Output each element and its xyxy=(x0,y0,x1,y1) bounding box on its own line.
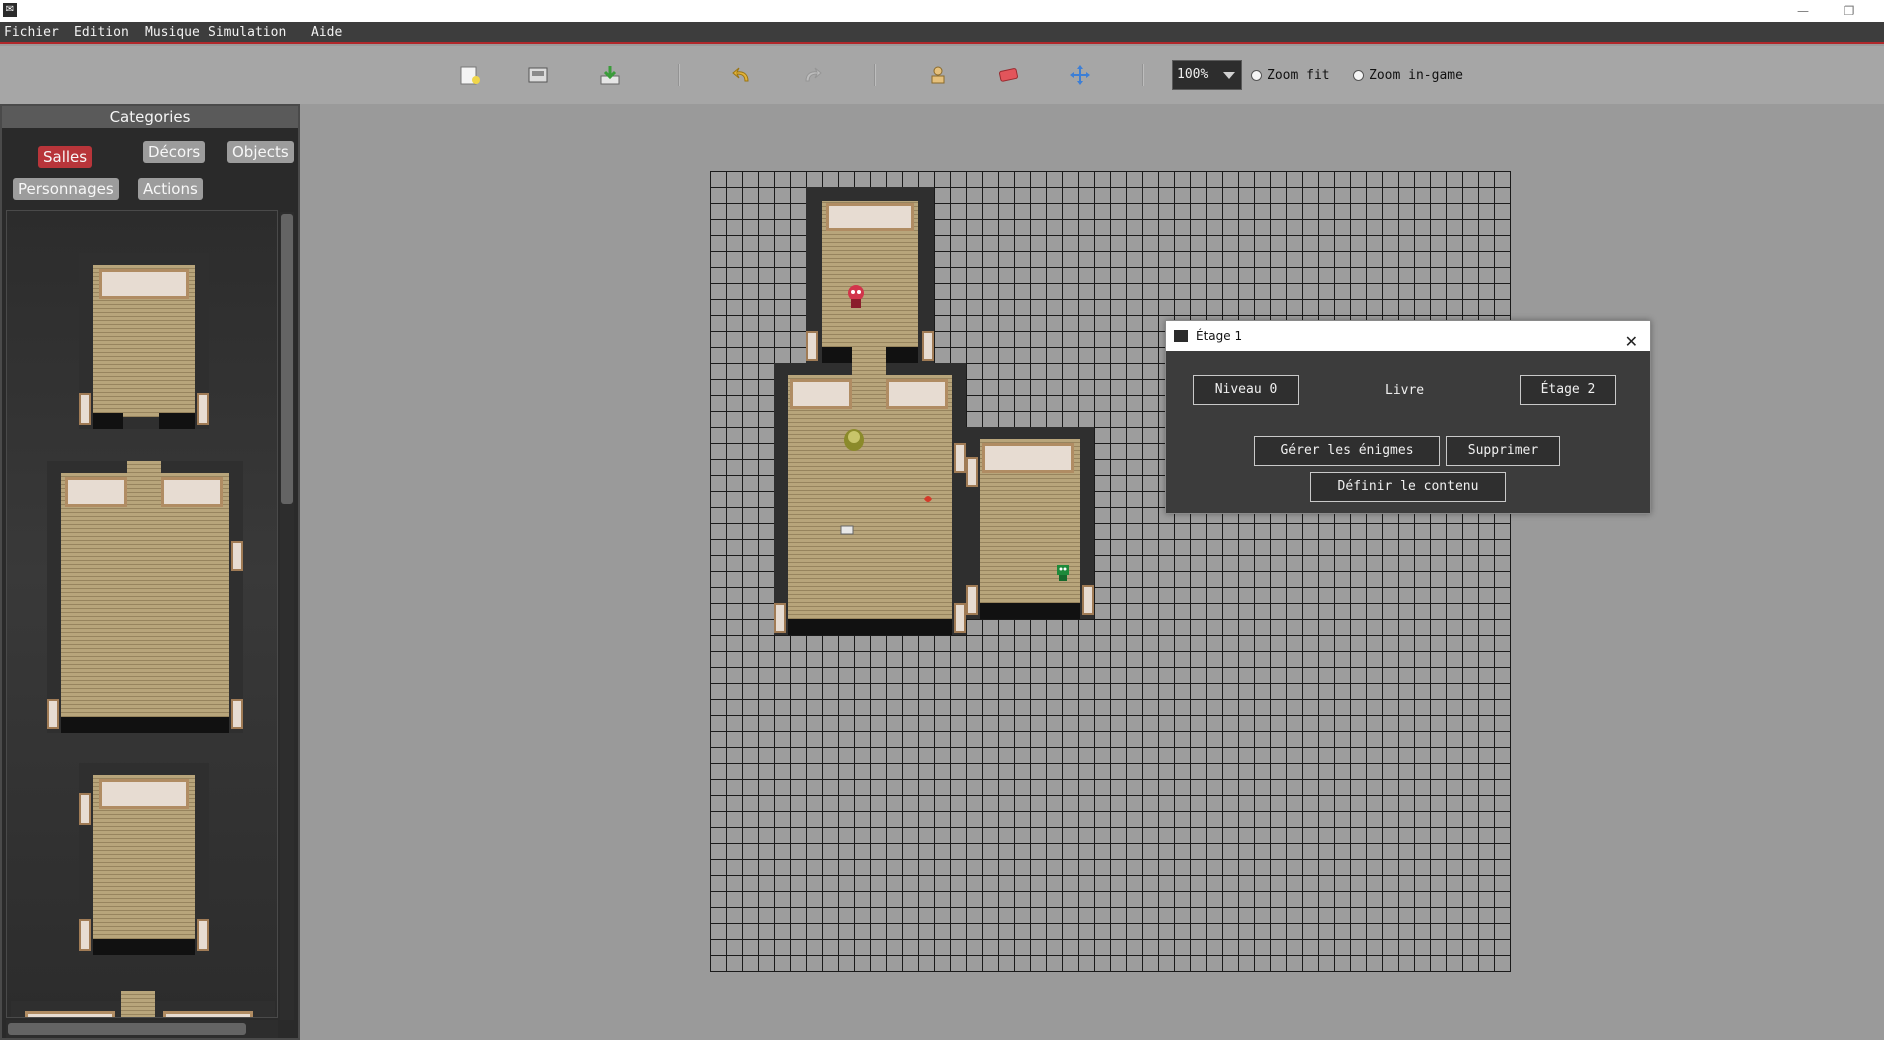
menu-musique[interactable]: Musique xyxy=(145,25,200,40)
category-objects[interactable]: Objects xyxy=(227,141,294,163)
minimize-button[interactable]: — xyxy=(1788,2,1818,20)
category-personnages[interactable]: Personnages xyxy=(13,178,119,200)
vertical-scrollbar[interactable] xyxy=(280,212,294,1020)
menu-aide[interactable]: Aide xyxy=(311,25,342,40)
redo-icon[interactable] xyxy=(796,60,828,90)
next-floor-button[interactable]: Étage 2 xyxy=(1520,375,1616,405)
toolbar: 100% Zoom fit Zoom in-game xyxy=(0,46,1884,104)
zoom-fit-label: Zoom fit xyxy=(1267,68,1330,83)
character-sprite-icon[interactable] xyxy=(842,427,866,453)
save-icon[interactable] xyxy=(594,60,626,90)
zoom-ingame-radio[interactable]: Zoom in-game xyxy=(1353,68,1463,83)
floor-name-label: Livre xyxy=(1385,383,1425,398)
window-titlebar: ✉ — ❐ xyxy=(0,0,1884,22)
undo-icon[interactable] xyxy=(726,60,758,90)
zoom-select[interactable]: 100% xyxy=(1172,60,1242,90)
menu-edition[interactable]: Edition xyxy=(74,25,129,40)
map-canvas[interactable] xyxy=(300,104,1884,1040)
scrollbar-thumb[interactable] xyxy=(8,1023,246,1035)
define-content-button[interactable]: Définir le contenu xyxy=(1310,472,1506,502)
category-salles[interactable]: Salles xyxy=(38,146,93,168)
dialog-title: Étage 1 xyxy=(1196,329,1243,343)
toolbar-separator xyxy=(874,64,876,86)
eraser-icon[interactable] xyxy=(992,60,1024,90)
chevron-down-icon xyxy=(1223,72,1235,79)
zoom-fit-radio[interactable]: Zoom fit xyxy=(1251,68,1330,83)
restore-button[interactable]: ❐ xyxy=(1834,2,1864,20)
floor-dialog: Étage 1 ✕ Niveau 0 Livre Étage 2 Gérer l… xyxy=(1165,320,1651,514)
category-actions[interactable]: Actions xyxy=(138,178,203,200)
zoom-value: 100% xyxy=(1177,67,1209,82)
toolbar-separator xyxy=(1142,64,1144,86)
character-icon[interactable] xyxy=(922,60,954,90)
category-decors[interactable]: Décors xyxy=(143,141,206,163)
map-room[interactable] xyxy=(774,363,966,635)
menu-simulation[interactable]: Simulation xyxy=(208,25,286,40)
zoom-ingame-label: Zoom in-game xyxy=(1369,68,1463,83)
delete-button[interactable]: Supprimer xyxy=(1446,436,1560,466)
green-robot-icon[interactable] xyxy=(1054,563,1072,583)
map-room[interactable] xyxy=(966,427,1094,619)
manage-puzzles-button[interactable]: Gérer les énigmes xyxy=(1254,436,1440,466)
open-icon[interactable] xyxy=(522,60,554,90)
map-room[interactable] xyxy=(806,187,934,363)
dialog-titlebar: Étage 1 ✕ xyxy=(1166,321,1650,351)
room-template-thumbnail[interactable] xyxy=(79,763,209,955)
app-icon xyxy=(1174,330,1188,342)
menu-bar: Fichier Edition Musique Simulation Aide xyxy=(0,22,1884,44)
move-icon[interactable] xyxy=(1064,60,1096,90)
menu-fichier[interactable]: Fichier xyxy=(4,25,59,40)
close-icon[interactable]: ✕ xyxy=(1625,327,1638,357)
book-icon[interactable] xyxy=(840,525,854,535)
room-template-thumbnail[interactable] xyxy=(11,991,275,1017)
character-sprite-icon[interactable] xyxy=(844,283,868,309)
scrollbar-thumb[interactable] xyxy=(281,214,293,504)
previous-floor-button[interactable]: Niveau 0 xyxy=(1193,375,1299,405)
room-template-list xyxy=(6,210,278,1018)
map-grid[interactable] xyxy=(710,171,1511,972)
new-icon[interactable] xyxy=(454,60,486,90)
toolbar-separator xyxy=(678,64,680,86)
room-template-thumbnail[interactable] xyxy=(79,253,209,429)
radio-button-icon xyxy=(1353,70,1364,81)
categories-header: Categories xyxy=(2,106,298,128)
categories-panel: Categories Salles Décors Objects Personn… xyxy=(0,104,300,1040)
horizontal-scrollbar[interactable] xyxy=(6,1020,278,1038)
red-object-icon[interactable] xyxy=(922,493,934,505)
app-icon: ✉ xyxy=(3,3,17,17)
radio-button-icon xyxy=(1251,70,1262,81)
room-template-thumbnail[interactable] xyxy=(47,461,243,733)
